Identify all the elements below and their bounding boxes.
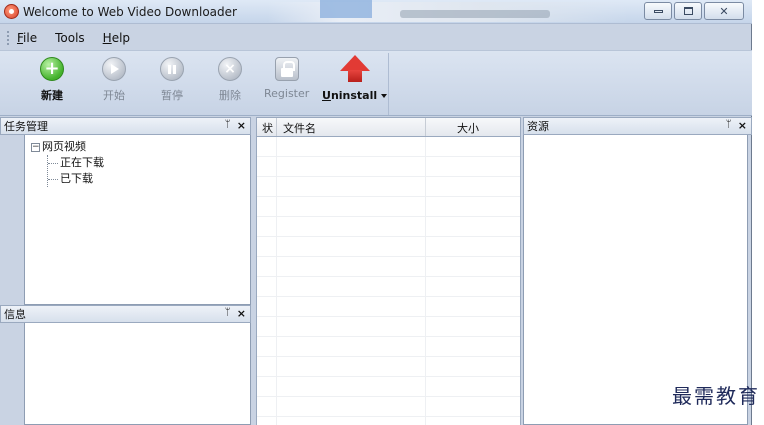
tree-item-downloaded-label: 已下载	[60, 172, 93, 185]
play-icon	[102, 57, 126, 81]
table-row	[257, 217, 520, 237]
pin-icon[interactable]: ᛘ	[225, 307, 231, 320]
arrow-up-icon	[339, 55, 370, 83]
column-separator[interactable]	[276, 118, 277, 136]
lock-icon	[274, 57, 299, 81]
menu-bar: File Tools Help	[14, 28, 133, 48]
table-row	[257, 197, 520, 217]
start-button[interactable]: 开始	[102, 57, 126, 103]
resource-panel-title: 资源	[527, 120, 549, 133]
minimize-button[interactable]	[644, 2, 672, 20]
tree-item-downloading-label: 正在下载	[60, 156, 104, 169]
dropdown-caret-icon[interactable]	[381, 94, 388, 98]
window-title: Welcome to Web Video Downloader	[23, 5, 237, 19]
tree-item-downloaded[interactable]: 已下载	[48, 171, 104, 187]
toolbar-band: + 新建 开始 暂停 × 删除 Register Uninstall	[4, 53, 389, 115]
pin-icon[interactable]: ᛘ	[225, 119, 231, 132]
uninstall-mnemonic: U	[322, 89, 331, 102]
task-panel-controls: ᛘ ×	[225, 119, 246, 132]
file-list[interactable]	[256, 137, 521, 425]
tree-item-root[interactable]: − 网页视频	[31, 139, 104, 155]
pause-button[interactable]: 暂停	[160, 57, 184, 103]
delete-icon: ×	[218, 57, 242, 81]
table-row	[257, 377, 520, 397]
menu-help-mnemonic: H	[102, 31, 112, 45]
watermark-text: 最需教育	[672, 384, 760, 408]
uninstall-button[interactable]: Uninstall	[322, 55, 388, 102]
toolbar: + 新建 开始 暂停 × 删除 Register Uninstall	[0, 50, 752, 116]
uninstall-rest: ninstall	[330, 89, 378, 102]
tree-children: 正在下载 已下载	[47, 155, 104, 187]
column-separator[interactable]	[425, 118, 426, 136]
resource-panel-controls: ᛘ ×	[726, 119, 747, 132]
table-row	[257, 257, 520, 277]
column-size[interactable]: 大小	[457, 120, 479, 136]
start-label: 开始	[103, 89, 125, 102]
background-window-text	[400, 10, 550, 18]
pin-icon[interactable]: ᛘ	[726, 119, 732, 132]
app-logo-icon	[4, 4, 19, 19]
title-bar[interactable]: Welcome to Web Video Downloader ✕	[0, 0, 752, 24]
table-row	[257, 357, 520, 377]
menu-help-label: elp	[111, 31, 131, 45]
info-panel-body	[24, 323, 251, 425]
delete-button[interactable]: × 删除	[218, 57, 242, 103]
menu-tools[interactable]: Tools	[52, 31, 88, 45]
table-row	[257, 157, 520, 177]
menubar-grip[interactable]	[6, 30, 10, 46]
table-row	[257, 237, 520, 257]
app-window: Welcome to Web Video Downloader ✕ File T…	[0, 0, 752, 425]
new-task-label: 新建	[41, 89, 63, 102]
table-row	[257, 397, 520, 417]
task-panel-title: 任务管理	[4, 120, 48, 133]
add-icon: +	[40, 57, 64, 81]
new-task-button[interactable]: + 新建	[40, 57, 64, 103]
close-icon[interactable]: ×	[738, 119, 747, 132]
delete-label: 删除	[219, 89, 241, 102]
file-list-header: 状 文件名 大小	[256, 117, 521, 137]
pause-label: 暂停	[161, 89, 183, 102]
column-filename[interactable]: 文件名	[283, 120, 316, 136]
minimize-icon	[653, 9, 663, 13]
register-label: Register	[264, 87, 310, 100]
tree-connector	[48, 178, 58, 180]
register-button[interactable]: Register	[264, 57, 309, 100]
column-status[interactable]: 状	[262, 120, 273, 136]
close-icon[interactable]: ×	[237, 119, 246, 132]
resource-panel-header: 资源 ᛘ ×	[523, 117, 752, 135]
menu-file-label: ile	[23, 31, 38, 45]
background-window-thumbnail	[320, 0, 372, 18]
task-panel-header: 任务管理 ᛘ ×	[0, 117, 251, 135]
table-row	[257, 297, 520, 317]
close-icon[interactable]: ×	[237, 307, 246, 320]
table-row	[257, 177, 520, 197]
close-window-button[interactable]: ✕	[704, 2, 744, 20]
table-row	[257, 317, 520, 337]
tree-connector	[48, 162, 58, 164]
table-row	[257, 137, 520, 157]
window-controls: ✕	[644, 2, 744, 20]
table-row	[257, 277, 520, 297]
menu-file[interactable]: File	[14, 31, 40, 45]
close-icon: ✕	[719, 4, 729, 18]
info-panel-title: 信息	[4, 308, 26, 321]
maximize-button[interactable]	[674, 2, 702, 20]
tree-item-root-label: 网页视频	[42, 140, 86, 153]
task-tree: − 网页视频 正在下载 已下载	[31, 139, 104, 187]
table-row	[257, 337, 520, 357]
uninstall-label: Uninstall	[322, 89, 388, 102]
tree-item-downloading[interactable]: 正在下载	[48, 155, 104, 171]
info-panel-header: 信息 ᛘ ×	[0, 305, 251, 323]
task-panel-body: − 网页视频 正在下载 已下载	[24, 135, 251, 305]
maximize-icon	[683, 7, 693, 15]
pause-icon	[160, 57, 184, 81]
collapse-icon[interactable]: −	[31, 142, 40, 152]
info-panel-controls: ᛘ ×	[225, 307, 246, 320]
menu-help[interactable]: Help	[100, 31, 133, 45]
